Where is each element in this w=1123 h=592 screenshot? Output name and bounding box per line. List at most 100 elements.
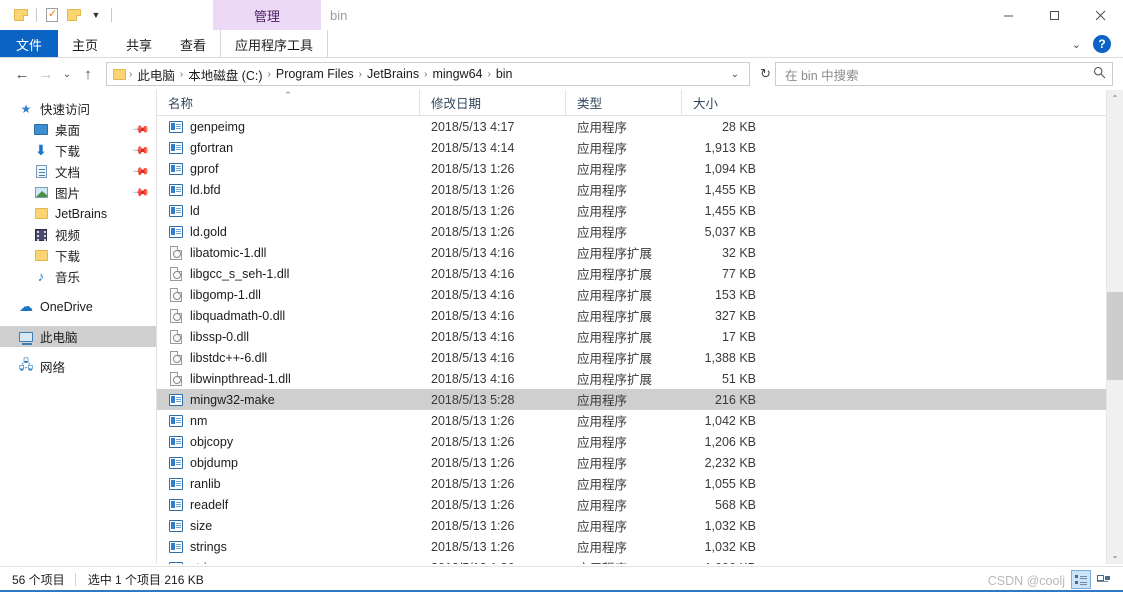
pin-icon[interactable]: 📌 [132,141,151,160]
folder-icon[interactable] [10,4,32,26]
pin-icon[interactable]: 📌 [132,183,151,202]
vertical-scrollbar[interactable]: ⌃ ⌄ [1106,90,1123,564]
help-icon[interactable]: ? [1093,35,1111,53]
chevron-down-icon[interactable]: ⌄ [1068,38,1085,51]
sidebar-item-downloads[interactable]: ⬇ 下载 📌 [0,140,156,161]
pin-icon[interactable]: 📌 [132,120,151,139]
forward-icon[interactable]: → [34,62,58,86]
sidebar-item-downloads-folder[interactable]: 下载 [0,245,156,266]
qat-divider-1 [36,8,37,22]
sidebar-item-pictures[interactable]: 图片 📌 [0,182,156,203]
table-row[interactable]: objdump 2018/5/13 1:26 应用程序 2,232 KB [157,452,1106,473]
file-name: readelf [190,497,229,512]
breadcrumb-item-local-disk[interactable]: 本地磁盘 (C:) [184,65,266,84]
customize-dropdown-icon[interactable]: ▼ [85,4,107,26]
column-header-size[interactable]: 大小 [681,90,765,116]
table-row[interactable]: libatomic-1.dll 2018/5/13 4:16 应用程序扩展 32 KB [157,242,1106,263]
scrollbar-track[interactable] [1107,107,1123,547]
table-row[interactable]: ld.gold 2018/5/13 1:26 应用程序 5,037 KB [157,221,1106,242]
table-row[interactable]: libstdc++-6.dll 2018/5/13 4:16 应用程序扩展 1,388… [157,347,1106,368]
minimize-button[interactable] [985,0,1031,30]
onedrive-cloud-icon: ☁ [19,298,33,314]
cell-size: 28 KB [721,119,756,134]
application-icon [169,519,183,532]
music-note-icon: ♪ [37,269,45,284]
tab-application-tools[interactable]: 应用程序工具 [220,30,329,58]
sidebar-item-label: 音乐 [55,271,81,285]
sidebar-item-quick-access[interactable]: ★ 快速访问 [0,98,156,119]
breadcrumb[interactable]: › 此电脑 › 本地磁盘 (C:) › Program Files › JetB… [106,62,751,86]
file-name: size [190,518,213,533]
tab-share[interactable]: 共享 [112,30,166,58]
table-row[interactable]: genpeimg 2018/5/13 4:17 应用程序 28 KB [157,116,1106,137]
breadcrumb-item-jetbrains[interactable]: JetBrains [363,67,423,81]
status-divider [74,573,76,586]
breadcrumb-item-mingw64[interactable]: mingw64 [428,67,486,81]
breadcrumb-item-this-pc[interactable]: 此电脑 [133,65,179,84]
table-row[interactable]: size 2018/5/13 1:26 应用程序 1,032 KB [157,515,1106,536]
table-row[interactable]: libwinpthread-1.dll 2018/5/13 4:16 应用程序扩展 5… [157,368,1106,389]
scroll-up-icon[interactable]: ⌃ [1107,90,1123,107]
column-header-name[interactable]: ⌃ 名称 [157,90,419,116]
file-name: gfortran [190,140,234,155]
table-row[interactable]: mingw32-make 2018/5/13 5:28 应用程序 216 KB [157,389,1106,410]
table-row[interactable]: libquadmath-0.dll 2018/5/13 4:16 应用程序扩展 327… [157,305,1106,326]
sidebar-item-jetbrains[interactable]: JetBrains [0,203,156,224]
close-button[interactable] [1077,0,1123,30]
recent-locations-icon[interactable]: ⌄ [58,62,76,86]
properties-icon[interactable] [41,4,63,26]
large-icons-view-button[interactable] [1093,570,1113,589]
cell-size: 1,206 KB [704,434,756,449]
sidebar-item-music[interactable]: ♪ 音乐 [0,266,156,287]
sidebar-item-documents[interactable]: 文档 📌 [0,161,156,182]
breadcrumb-item-program-files[interactable]: Program Files [272,67,358,81]
table-row[interactable]: ld.bfd 2018/5/13 1:26 应用程序 1,455 KB [157,179,1106,200]
table-row[interactable]: gprof 2018/5/13 1:26 应用程序 1,094 KB [157,158,1106,179]
table-row[interactable]: libgomp-1.dll 2018/5/13 4:16 应用程序扩展 153 KB [157,284,1106,305]
tab-view[interactable]: 查看 [166,30,220,58]
cell-type: 应用程序 [577,142,628,156]
sidebar-item-network[interactable]: 🖧 网络 [0,356,156,377]
back-icon[interactable]: ← [10,62,34,86]
table-row[interactable]: strip 2018/5/13 1:26应用程序1,006 KB [157,557,1106,564]
cell-name: libgcc_s_seh-1.dll [157,266,419,281]
table-row[interactable]: libgcc_s_seh-1.dll 2018/5/13 4:16 应用程序扩展 77… [157,263,1106,284]
table-row[interactable]: objcopy 2018/5/13 1:26 应用程序 1,206 KB [157,431,1106,452]
scroll-down-icon[interactable]: ⌄ [1107,547,1123,564]
table-row[interactable]: readelf 2018/5/13 1:26 应用程序 568 KB [157,494,1106,515]
search-input[interactable]: 在 bin 中搜索 [775,62,1113,86]
sort-ascending-icon: ⌃ [284,90,292,100]
table-row[interactable]: nm 2018/5/13 1:26 应用程序 1,042 KB [157,410,1106,431]
table-row[interactable]: libssp-0.dll 2018/5/13 4:16 应用程序扩展 17 KB [157,326,1106,347]
table-row[interactable]: strings 2018/5/13 1:26 应用程序 1,032 KB [157,536,1106,557]
file-name: ranlib [190,476,221,491]
tab-home[interactable]: 主页 [58,30,112,58]
cell-type: 应用程序扩展 [577,331,653,345]
table-row[interactable]: ranlib 2018/5/13 1:26 应用程序 1,055 KB [157,473,1106,494]
column-header-type[interactable]: 类型 [565,90,681,116]
maximize-button[interactable] [1031,0,1077,30]
details-view-button[interactable] [1071,570,1091,589]
tab-file[interactable]: 文件 [0,30,58,58]
file-name: objdump [190,455,238,470]
window-controls [985,0,1123,30]
refresh-icon[interactable]: ↻ [756,66,775,82]
cell-date-modified: 2018/5/13 1:26 [419,561,565,565]
search-icon[interactable] [1093,66,1106,82]
cell-date-modified: 2018/5/13 1:26 [431,224,515,239]
chevron-down-icon[interactable]: ⌄ [725,69,745,80]
column-header-date-modified[interactable]: 修改日期 [419,90,565,116]
table-row[interactable]: gfortran 2018/5/13 4:14 应用程序 1,913 KB [157,137,1106,158]
breadcrumb-item-bin[interactable]: bin [492,67,517,81]
new-folder-icon[interactable] [63,4,85,26]
sidebar-item-videos[interactable]: 视频 [0,224,156,245]
scrollbar-thumb[interactable] [1107,291,1123,380]
sidebar-item-this-pc[interactable]: 此电脑 [0,326,156,347]
application-icon [169,456,183,469]
sidebar-item-desktop[interactable]: 桌面 📌 [0,119,156,140]
sidebar-item-onedrive[interactable]: ☁ OneDrive [0,296,156,317]
table-row[interactable]: ld 2018/5/13 1:26 应用程序 1,455 KB [157,200,1106,221]
up-icon[interactable]: ↑ [76,62,100,86]
pin-icon[interactable]: 📌 [132,162,151,181]
